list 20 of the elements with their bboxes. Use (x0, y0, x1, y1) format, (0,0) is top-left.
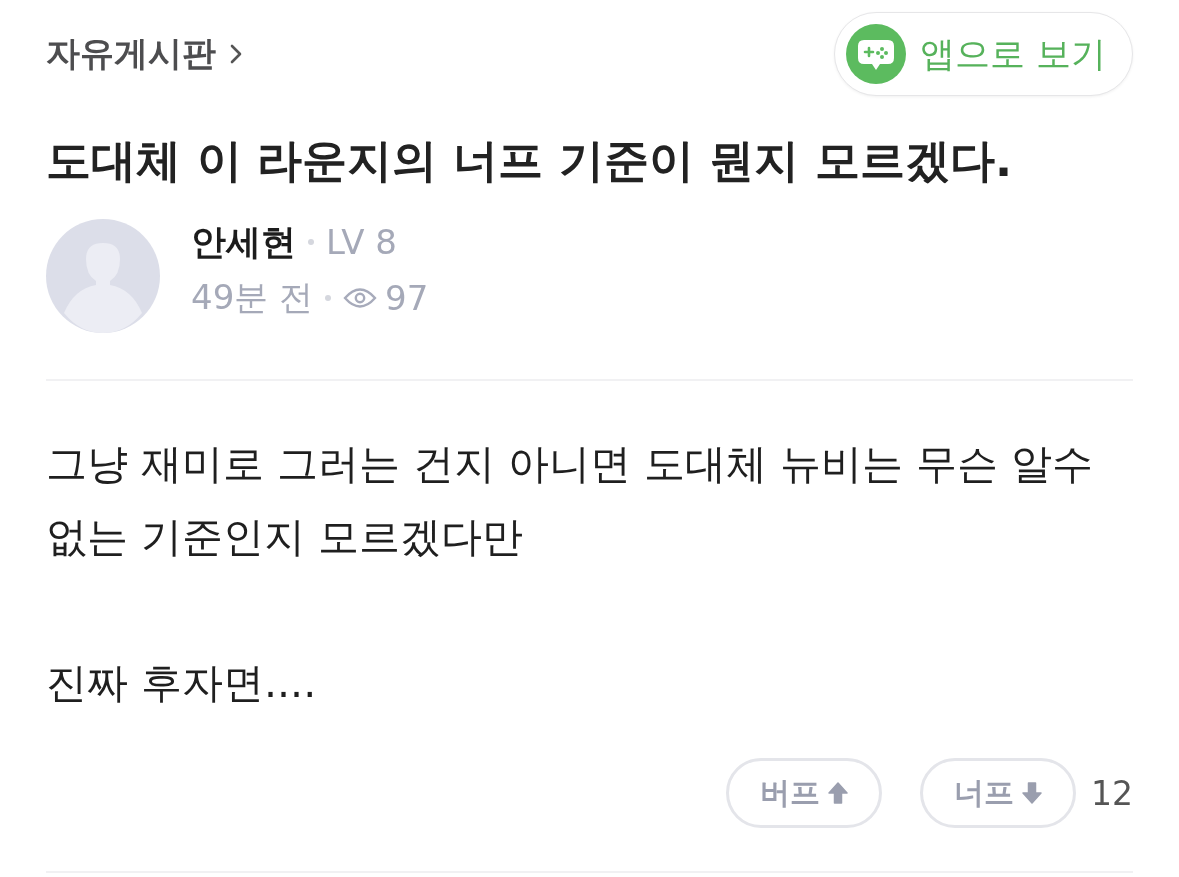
board-breadcrumb-link[interactable]: 자유게시판 (46, 31, 242, 77)
author-level: LV 8 (326, 222, 397, 262)
post-time: 49분 전 (191, 276, 314, 319)
arrow-up-icon (828, 782, 848, 804)
post-title: 도대체 이 라운지의 너프 기준이 뭔지 모르겠다. (46, 134, 1014, 188)
view-count: 97 (385, 278, 429, 318)
nerf-button[interactable]: 너프 (920, 758, 1076, 828)
author-name: 안세현 (191, 220, 296, 264)
game-chat-icon (845, 24, 906, 84)
vote-count: 12 (1091, 773, 1133, 813)
post-paragraph: 진짜 후자면.... (46, 658, 318, 709)
arrow-down-icon (1022, 782, 1042, 804)
separator-dot-icon (325, 295, 332, 301)
open-in-app-button[interactable]: 앱으로 보기 (833, 12, 1133, 96)
buff-button[interactable]: 버프 (726, 758, 882, 828)
eye-icon (343, 287, 378, 309)
chevron-right-icon (230, 44, 242, 64)
separator-dot-icon (308, 239, 314, 245)
avatar-silhouette-icon (46, 219, 160, 333)
post-paragraph: 그냥 재미로 그러는 건지 아니면 도대체 뉴비는 무슨 알수 없는 기준인지 모르겠다만 (46, 439, 1095, 563)
